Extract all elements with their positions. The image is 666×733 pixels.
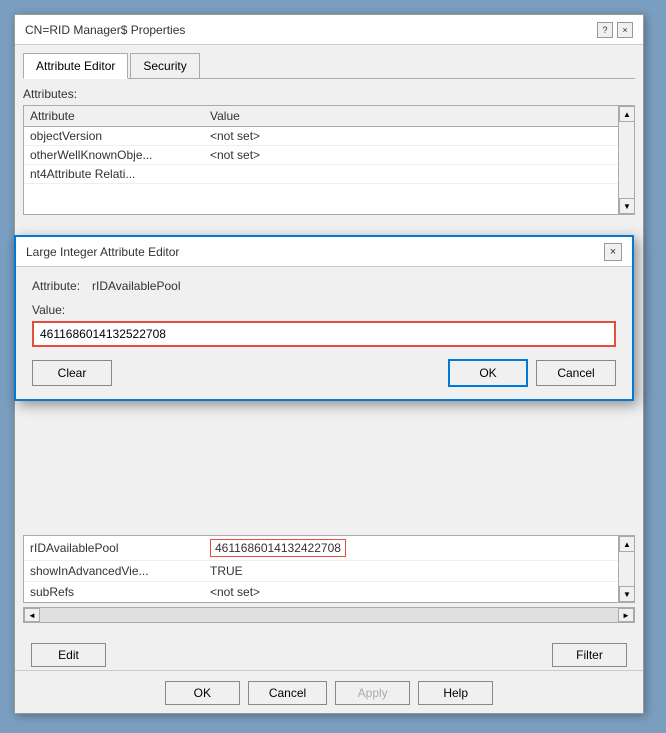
ok-button[interactable]: OK	[165, 681, 240, 705]
lower-attr-name: showInAdvancedVie...	[30, 564, 210, 578]
tab-attribute-editor[interactable]: Attribute Editor	[23, 53, 128, 79]
dialog-title: Large Integer Attribute Editor	[26, 245, 179, 259]
cancel-button[interactable]: Cancel	[248, 681, 327, 705]
attributes-table: Attribute Value objectVersion <not set> …	[23, 105, 635, 215]
filter-button[interactable]: Filter	[552, 643, 627, 667]
help-button[interactable]: Help	[418, 681, 493, 705]
bg-content: Attribute Editor Security Attributes: At…	[15, 45, 643, 223]
bg-window-title: CN=RID Manager$ Properties	[25, 23, 185, 37]
table-row[interactable]: subRefs <not set>	[24, 582, 634, 602]
dialog-attribute-label: Attribute:	[32, 279, 92, 293]
scroll-left-arrow[interactable]: ◄	[24, 608, 40, 622]
table-row[interactable]: nt4Attribute Relati...	[24, 165, 634, 184]
tab-security[interactable]: Security	[130, 53, 199, 78]
apply-button[interactable]: Apply	[335, 681, 410, 705]
attr-value	[210, 167, 628, 181]
scroll-right-arrow[interactable]: ►	[618, 608, 634, 622]
scroll-down-arrow[interactable]: ▼	[619, 198, 635, 214]
dialog-value-input[interactable]	[32, 321, 616, 347]
scroll-up-arrow[interactable]: ▲	[619, 106, 635, 122]
dialog-ok-button[interactable]: OK	[448, 359, 528, 387]
header-attribute: Attribute	[30, 109, 210, 123]
table-row[interactable]: showInAdvancedVie... TRUE	[24, 561, 634, 582]
lower-scroll-up[interactable]: ▲	[619, 536, 635, 552]
edit-filter-row: Edit Filter	[15, 643, 643, 667]
dialog-attribute-row: Attribute: rIDAvailablePool	[32, 279, 616, 293]
dialog-cancel-button[interactable]: Cancel	[536, 360, 616, 386]
table-row[interactable]: otherWellKnownObje... <not set>	[24, 146, 634, 165]
lower-attr-value-highlighted: 4611686014132422708	[210, 539, 346, 557]
horizontal-scrollbar[interactable]: ◄ ►	[23, 607, 635, 623]
table-row[interactable]: rIDAvailablePool 4611686014132422708	[24, 536, 634, 561]
dialog-attribute-value: rIDAvailablePool	[92, 279, 181, 293]
dialog-titlebar: Large Integer Attribute Editor ×	[16, 237, 632, 267]
header-value: Value	[210, 109, 240, 123]
dialog-close-button[interactable]: ×	[604, 243, 622, 261]
lower-table: rIDAvailablePool 4611686014132422708 sho…	[23, 535, 635, 603]
scrollbar[interactable]: ▲ ▼	[618, 106, 634, 214]
tab-bar: Attribute Editor Security	[23, 53, 635, 79]
dialog-input-wrapper: Value:	[32, 303, 616, 347]
attr-name: objectVersion	[30, 129, 210, 143]
table-row[interactable]: objectVersion <not set>	[24, 127, 634, 146]
close-button[interactable]: ×	[617, 22, 633, 38]
attr-name: otherWellKnownObje...	[30, 148, 210, 162]
bottom-buttons: OK Cancel Apply Help	[15, 670, 643, 705]
attr-value: <not set>	[210, 129, 628, 143]
attributes-table-wrapper: Attribute Value objectVersion <not set> …	[23, 105, 635, 215]
bg-titlebar-controls: ? ×	[597, 22, 633, 38]
bg-titlebar: CN=RID Manager$ Properties ? ×	[15, 15, 643, 45]
attr-name: nt4Attribute Relati...	[30, 167, 210, 181]
lower-scrollbar[interactable]: ▲ ▼	[618, 536, 634, 602]
clear-button[interactable]: Clear	[32, 360, 112, 386]
lower-section: rIDAvailablePool 4611686014132422708 sho…	[15, 531, 643, 623]
lower-attr-value: <not set>	[210, 585, 260, 599]
lower-attr-name: rIDAvailablePool	[30, 541, 210, 555]
dialog-value-label: Value:	[32, 303, 616, 317]
lower-attr-name: subRefs	[30, 585, 210, 599]
edit-button[interactable]: Edit	[31, 643, 106, 667]
attr-value: <not set>	[210, 148, 628, 162]
attributes-label: Attributes:	[23, 87, 635, 101]
dialog-buttons: Clear OK Cancel	[32, 359, 616, 387]
dialog-body: Attribute: rIDAvailablePool Value: Clear…	[16, 267, 632, 399]
lower-scroll-down[interactable]: ▼	[619, 586, 635, 602]
large-integer-dialog: Large Integer Attribute Editor × Attribu…	[14, 235, 634, 401]
lower-attr-value: TRUE	[210, 564, 243, 578]
help-button[interactable]: ?	[597, 22, 613, 38]
table-header: Attribute Value	[24, 106, 634, 127]
